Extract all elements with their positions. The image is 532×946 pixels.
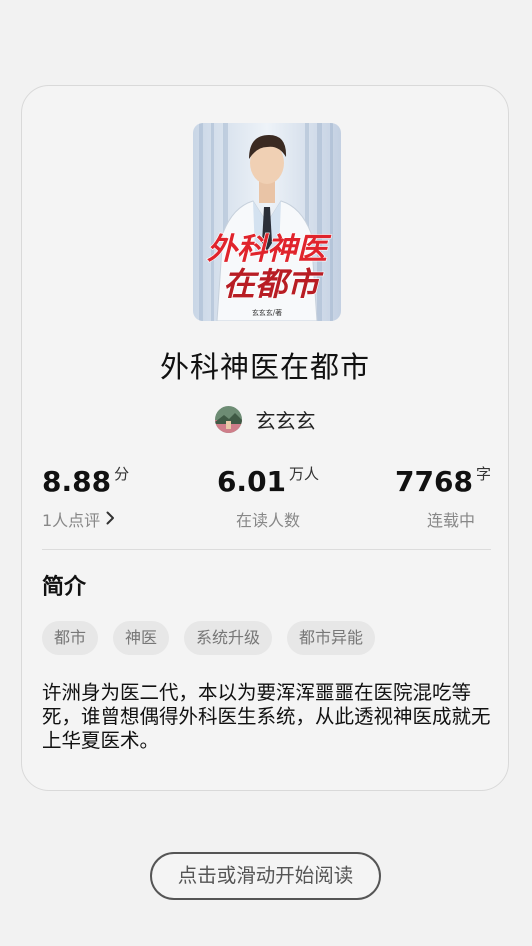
rating-stat[interactable]: 8.88 分 1人点评 (42, 461, 129, 531)
book-title: 外科神医在都市 (159, 350, 370, 384)
readers-label: 在读人数 (235, 511, 300, 530)
book-stats: 8.88 分 1人点评 6.01 万人 在读人数 7768 字 连载中 (42, 461, 491, 531)
tag-item[interactable]: 都市异能 (287, 621, 376, 655)
divider (42, 549, 491, 550)
word-count-value: 7768 (395, 465, 473, 498)
readers-value: 6.01 (216, 465, 287, 498)
word-count-unit: 字 (475, 465, 491, 483)
author-avatar[interactable] (214, 405, 242, 433)
book-info-card: 外科神医 在都市 玄玄玄/著 外科神医在都市 玄玄玄 8.88 分 1人点评 6… (21, 85, 509, 791)
tag-item[interactable]: 神医 (113, 621, 170, 655)
rating-value: 8.88 (42, 465, 112, 498)
start-reading-button[interactable]: 点击或滑动开始阅读 (150, 852, 381, 900)
cover-title-line1: 外科神医 (207, 232, 332, 267)
readers-unit: 万人 (289, 465, 320, 483)
intro-heading: 简介 (42, 575, 87, 600)
readers-stat: 6.01 万人 在读人数 (216, 461, 320, 531)
book-cover[interactable]: 外科神医 在都市 玄玄玄/著 (193, 123, 341, 321)
cover-title-line2: 在都市 (223, 265, 324, 303)
word-count-stat: 7768 字 连载中 (395, 461, 491, 531)
chevron-right-icon (106, 510, 115, 529)
serial-status: 连载中 (426, 511, 475, 530)
rating-unit: 分 (114, 465, 130, 483)
tag-list: 都市 神医 系统升级 都市异能 (42, 621, 376, 655)
tag-item[interactable]: 都市 (42, 621, 99, 655)
author-name[interactable]: 玄玄玄 (256, 405, 316, 434)
tag-item[interactable]: 系统升级 (184, 621, 273, 655)
rating-label: 1人点评 (42, 511, 101, 530)
author-row[interactable]: 玄玄玄 (22, 402, 508, 436)
intro-text: 许洲身为医二代，本以为要浑浑噩噩在医院混吃等死，谁曾想偶得外科医生系统，从此透视… (42, 681, 491, 752)
cover-byline: 玄玄玄/著 (252, 308, 282, 317)
book-detail-page: 外科神医 在都市 玄玄玄/著 外科神医在都市 玄玄玄 8.88 分 1人点评 6… (0, 0, 532, 946)
